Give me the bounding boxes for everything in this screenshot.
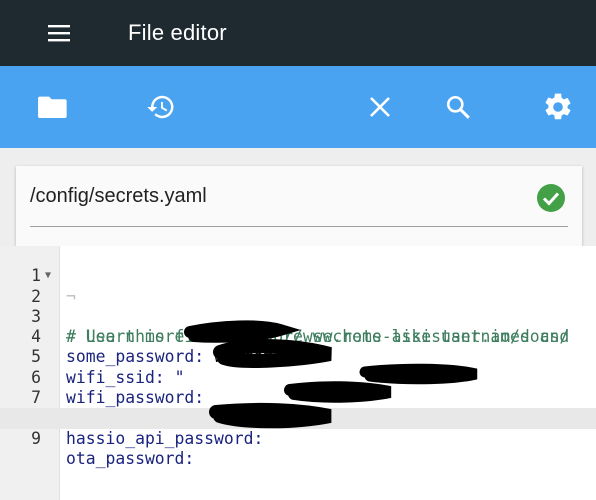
code-line[interactable]: 4 some_password: welcome¬ [0,307,596,366]
code-line[interactable]: 5 wifi_ssid: " [0,327,596,386]
close-icon[interactable] [363,90,397,124]
code-line[interactable]: 6 wifi_password: [0,348,596,407]
line-number: 9 [31,428,41,448]
code-line[interactable]: 8 hassio_api_password: [0,388,596,447]
code-line[interactable]: 1 ¬ [0,246,596,305]
code-line[interactable]: 7 wifi_fallback_api_password: [0,368,596,427]
code-line[interactable]: 2 ▼ # Use this file to store secrets lik… [0,266,596,346]
code-line[interactable]: 3 # Learn more at https://www.home-assis… [0,287,596,346]
toolbar [0,66,596,148]
menu-icon[interactable] [44,18,74,48]
file-path-card: /config/secrets.yaml [16,166,582,246]
history-icon[interactable] [144,90,178,124]
page-title: File editor [128,20,227,45]
file-path[interactable]: /config/secrets.yaml [30,185,207,208]
folder-icon[interactable] [36,90,70,124]
app-header: File editor [0,0,596,66]
settings-icon[interactable] [541,90,575,124]
code-editor[interactable]: 1 ¬ 2 ▼ # Use this file to store secrets… [0,246,596,500]
fold-arrow-icon[interactable]: ▼ [45,266,51,286]
check-circle-icon [536,183,566,213]
yaml-key: hassio_api_password: [66,428,264,448]
yaml-key: ota_password: [66,448,195,468]
code-line-active[interactable]: 9 ota_password: [0,408,596,468]
file-path-underline [30,226,568,227]
search-icon[interactable] [441,90,475,124]
